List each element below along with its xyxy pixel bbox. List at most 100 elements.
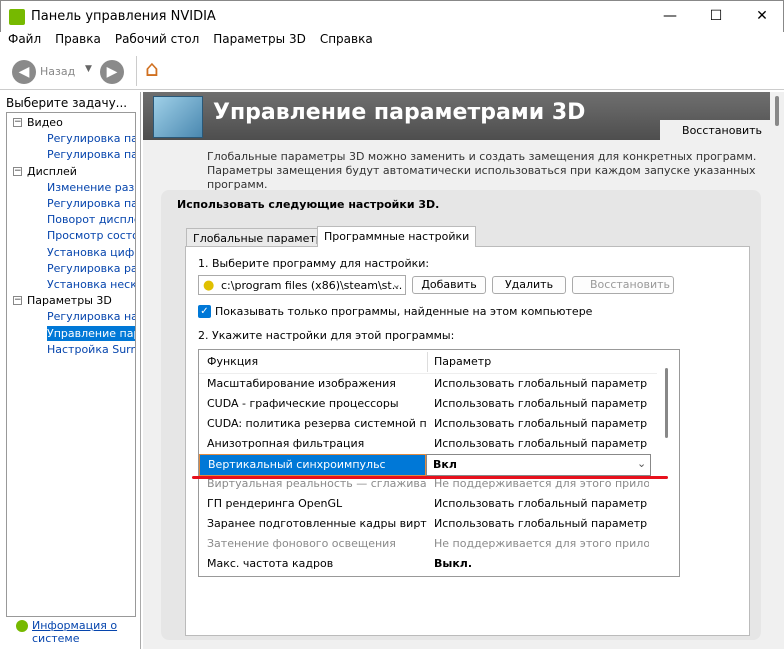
back-dropdown-icon[interactable]: ▼	[85, 64, 92, 74]
menu-help[interactable]: Справка	[320, 32, 373, 46]
step1-label: 1. Выберите программу для настройки:	[198, 257, 430, 270]
info-icon	[16, 620, 28, 632]
main-scrollbar-thumb[interactable]	[775, 96, 779, 126]
settings-group: Использовать следующие настройки 3D. Гло…	[161, 190, 761, 640]
menu-desktop[interactable]: Рабочий стол	[115, 32, 199, 46]
menu-file[interactable]: Файл	[8, 32, 41, 46]
column-divider	[427, 352, 428, 372]
column-function[interactable]: Функция	[207, 350, 258, 374]
menu-edit[interactable]: Правка	[55, 32, 101, 46]
parameter-cell: Использовать глобальный параметр (У...	[434, 437, 649, 450]
tree-item[interactable]: Параметры 3D	[27, 293, 112, 308]
toolbar-divider	[136, 56, 137, 86]
scrollbar-thumb[interactable]	[665, 368, 668, 438]
tree-item[interactable]: Установка нескольких дисплеев	[47, 277, 135, 292]
collapse-icon[interactable]: −	[13, 296, 22, 306]
parameter-cell: Использовать глобальный параметр (И...	[434, 517, 649, 530]
table-row[interactable]: Анизотропная фильтрация Использовать глоб…	[199, 434, 651, 454]
table-row[interactable]: CUDA - графические процессоры Использоват…	[199, 394, 651, 414]
chevron-down-icon: ⌄	[391, 278, 401, 291]
tree-item[interactable]: Управление параметрами 3D	[47, 325, 135, 341]
close-button[interactable]: ✕	[739, 1, 784, 31]
function-cell: Затенение фонового освещения	[207, 537, 396, 550]
title-bar: Панель управления NVIDIA — ☐ ✕	[0, 0, 784, 32]
remove-button[interactable]: Удалить	[492, 276, 566, 294]
tree-item[interactable]: Установка цифрового аудио	[47, 245, 135, 260]
step2-label: 2. Укажите настройки для этой программы:	[198, 329, 455, 342]
tree-item[interactable]: Регулировка настроек изображения с просм…	[47, 309, 135, 324]
tree-item[interactable]: Регулировка параметров цвета для видео	[47, 131, 135, 146]
task-panel-header: Выберите задачу...	[6, 96, 128, 110]
minimize-button[interactable]: —	[647, 1, 693, 31]
table-scrollbar[interactable]	[657, 350, 679, 576]
page-title: Управление параметрами 3D	[213, 100, 586, 125]
task-panel: Выберите задачу... −ВидеоРегулировка пар…	[0, 92, 141, 649]
maximize-button[interactable]: ☐	[693, 1, 739, 31]
show-only-label: Показывать только программы, найденные н…	[215, 305, 593, 318]
tab-global-settings[interactable]: Глобальные параметры	[186, 228, 339, 247]
main-panel: Управление параметрами 3D Восстановить Г…	[143, 92, 770, 649]
function-cell: Вертикальный синхроимпульс	[199, 454, 426, 476]
tree-item[interactable]: Видео	[27, 115, 63, 130]
table-row[interactable]: CUDA: политика резерва системной пам... И…	[199, 414, 651, 434]
function-cell: Макс. частота кадров	[207, 557, 334, 570]
home-icon[interactable]: ⌂	[145, 57, 159, 82]
main-scrollbar[interactable]	[770, 92, 784, 649]
3d-settings-icon	[153, 96, 203, 138]
forward-arrow-icon[interactable]: ▶	[100, 60, 124, 84]
restore-defaults-link[interactable]: Восстановить	[660, 120, 770, 140]
chevron-down-icon[interactable]: ⌄	[637, 454, 646, 474]
table-row[interactable]: Вертикальный синхроимпульс Вкл ⌄	[199, 454, 651, 476]
show-only-checkbox[interactable]: ✓	[198, 305, 211, 318]
window-title: Панель управления NVIDIA	[31, 9, 216, 24]
tree-item[interactable]: Поворот дисплея	[47, 212, 135, 227]
system-info-link[interactable]: Информация о системе	[32, 619, 132, 643]
menu-3d[interactable]: Параметры 3D	[213, 32, 306, 46]
back-button-label[interactable]: Назад	[40, 65, 75, 78]
page-description: Глобальные параметры 3D можно заменить и…	[207, 150, 757, 191]
function-cell: CUDA: политика резерва системной пам...	[207, 417, 427, 430]
nvidia-logo-icon	[9, 9, 25, 25]
table-row[interactable]: ГП рендеринга OpenGL Использовать глобаль…	[199, 494, 651, 514]
table-row[interactable]: Макс. частота кадров Выкл.	[199, 554, 651, 574]
parameter-cell: Использовать глобальный параметр	[434, 377, 648, 390]
parameter-dropdown[interactable]: Вкл	[426, 454, 651, 476]
program-settings-panel: 1. Выберите программу для настройки: ● c…	[185, 246, 750, 636]
tree-item[interactable]: Просмотр состояния HDCP	[47, 228, 135, 243]
tree-item[interactable]: Настройка Surround, PhysX	[47, 342, 135, 357]
tree-item[interactable]: Регулировка параметров изображения для в…	[47, 147, 135, 162]
tree-item[interactable]: Регулировка размера и положения рабочего…	[47, 261, 135, 276]
tree-item[interactable]: Изменение разрешения	[47, 180, 135, 195]
restore-button[interactable]: Восстановить	[572, 276, 674, 294]
back-arrow-icon[interactable]: ◀	[12, 60, 36, 84]
function-cell: Анизотропная фильтрация	[207, 437, 365, 450]
task-tree: −ВидеоРегулировка параметров цвета для в…	[6, 112, 136, 617]
parameter-cell: Использовать глобальный параметр (Все)	[434, 397, 649, 410]
settings-table: Функция Параметр Масштабирование изображ…	[198, 349, 680, 577]
table-row[interactable]: Заранее подготовленные кадры вирту... Исп…	[199, 514, 651, 534]
table-header: Функция Параметр	[199, 350, 669, 374]
collapse-icon[interactable]: −	[13, 166, 22, 176]
program-icon: ●	[203, 278, 215, 293]
page-banner: Управление параметрами 3D Восстановить	[143, 92, 770, 140]
column-parameter[interactable]: Параметр	[434, 350, 491, 374]
function-cell: CUDA - графические процессоры	[207, 397, 399, 410]
parameter-cell: Не поддерживается для этого приложе...	[434, 537, 649, 550]
group-title: Использовать следующие настройки 3D.	[177, 198, 440, 211]
function-cell: Заранее подготовленные кадры вирту...	[207, 517, 427, 530]
tab-program-settings[interactable]: Программные настройки	[317, 226, 477, 247]
program-select[interactable]: ● c:\program files (x86)\steam\st... ⌄	[198, 275, 406, 295]
parameter-cell: Выкл.	[434, 557, 473, 570]
collapse-icon[interactable]: −	[13, 118, 22, 127]
tree-item[interactable]: Регулировка параметров цвета рабочего ст…	[47, 196, 135, 211]
table-row[interactable]: Затенение фонового освещения Не поддержив…	[199, 534, 651, 554]
function-cell: Масштабирование изображения	[207, 377, 396, 390]
tree-item[interactable]: Дисплей	[27, 164, 77, 179]
parameter-cell: Использовать глобальный параметр (Н...	[434, 417, 649, 430]
program-select-value: c:\program files (x86)\steam\st...	[221, 279, 403, 292]
menu-bar: Файл Правка Рабочий стол Параметры 3D Справк…	[0, 32, 784, 50]
parameter-cell: Использовать глобальный параметр (N...	[434, 497, 649, 510]
table-row[interactable]: Масштабирование изображения Использовать …	[199, 374, 651, 394]
red-highlight-line	[192, 476, 668, 479]
add-button[interactable]: Добавить	[412, 276, 486, 294]
